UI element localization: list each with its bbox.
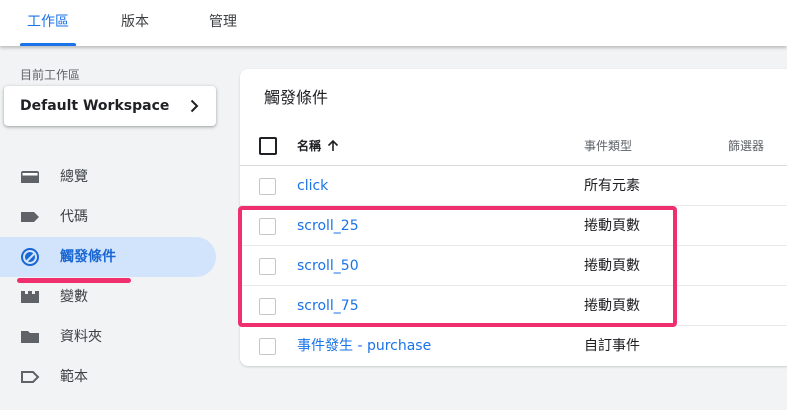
sidebar-item-triggers[interactable]: 觸發條件 xyxy=(0,237,216,277)
tab-versions[interactable]: 版本 xyxy=(121,0,149,46)
sidebar-item-tags[interactable]: 代碼 xyxy=(0,197,216,237)
sidebar-item-label: 總覽 xyxy=(60,169,88,185)
sidebar-item-templates[interactable]: 範本 xyxy=(0,357,216,397)
trigger-name-link[interactable]: click xyxy=(297,166,328,206)
table-row: scroll_75 捲動頁數 xyxy=(240,286,787,326)
page-title: 觸發條件 xyxy=(264,88,329,107)
table-row: scroll_50 捲動頁數 xyxy=(240,246,787,286)
table-header: 名稱 事件類型 篩選器 xyxy=(240,126,787,166)
select-all-checkbox[interactable] xyxy=(259,137,277,155)
trigger-event-type: 自訂事件 xyxy=(584,338,640,354)
row-checkbox[interactable] xyxy=(259,178,276,195)
row-checkbox[interactable] xyxy=(259,218,276,235)
overview-icon xyxy=(21,171,39,183)
variable-icon xyxy=(21,291,39,303)
table-row: click 所有元素 xyxy=(240,166,787,206)
sidebar-item-label: 代碼 xyxy=(60,209,88,225)
table-row: scroll_25 捲動頁數 xyxy=(240,206,787,246)
trigger-icon xyxy=(21,248,39,266)
workspace-selector[interactable]: Default Workspace xyxy=(4,86,216,126)
column-header-event-type: 事件類型 xyxy=(584,139,633,153)
trigger-name-link[interactable]: scroll_75 xyxy=(297,286,359,326)
sidebar-item-overview[interactable]: 總覽 xyxy=(0,157,216,197)
row-checkbox[interactable] xyxy=(259,338,276,355)
chevron-right-icon xyxy=(190,99,199,113)
sidebar-item-folders[interactable]: 資料夾 xyxy=(0,317,216,357)
column-header-name[interactable]: 名稱 xyxy=(297,126,321,166)
row-checkbox[interactable] xyxy=(259,298,276,315)
tag-icon xyxy=(21,212,39,222)
template-icon xyxy=(21,371,40,383)
trigger-event-type: 捲動頁數 xyxy=(584,298,640,314)
sidebar-item-variables[interactable]: 變數 xyxy=(0,277,216,317)
current-workspace-label: 目前工作區 xyxy=(20,68,81,82)
tab-admin[interactable]: 管理 xyxy=(209,0,237,46)
workspace-name: Default Workspace xyxy=(20,98,170,114)
tab-workspace[interactable]: 工作區 xyxy=(27,0,69,46)
trigger-name-link[interactable]: scroll_25 xyxy=(297,206,359,246)
trigger-event-type: 捲動頁數 xyxy=(584,218,640,234)
column-header-filter: 篩選器 xyxy=(728,139,765,153)
folder-icon xyxy=(21,331,39,343)
trigger-event-type: 捲動頁數 xyxy=(584,258,640,274)
sidebar-item-label: 資料夾 xyxy=(60,329,102,345)
sidebar-item-label: 範本 xyxy=(60,369,88,385)
trigger-event-type: 所有元素 xyxy=(584,178,640,194)
active-tab-indicator xyxy=(20,43,76,46)
top-tab-bar: 工作區 版本 管理 xyxy=(0,0,787,46)
trigger-name-link[interactable]: 事件發生 - purchase xyxy=(297,326,431,366)
trigger-name-link[interactable]: scroll_50 xyxy=(297,246,359,286)
sort-arrow-up-icon[interactable] xyxy=(326,139,340,153)
table-row: 事件發生 - purchase 自訂事件 xyxy=(240,326,787,366)
row-checkbox[interactable] xyxy=(259,258,276,275)
sidebar-item-label: 觸發條件 xyxy=(60,249,116,265)
sidebar-item-label: 變數 xyxy=(60,289,88,305)
